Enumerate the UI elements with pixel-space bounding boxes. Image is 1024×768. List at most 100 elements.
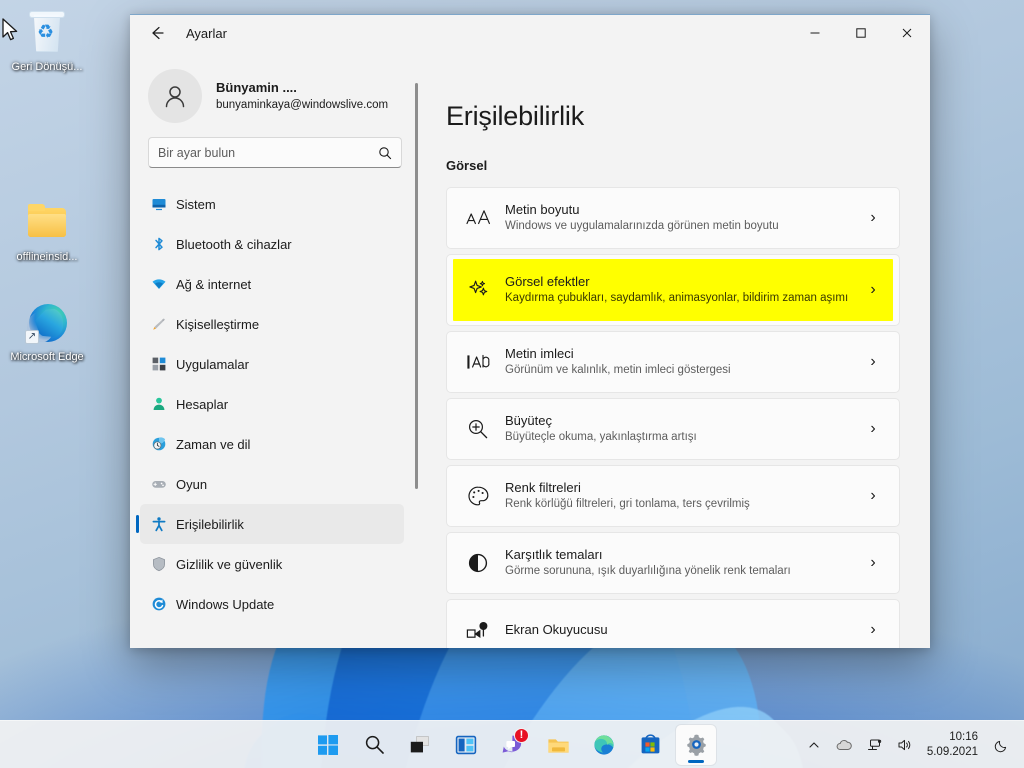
sidebar-nav: Sistem Bluetooth & cihazlar Ağ & internet K… bbox=[130, 176, 420, 648]
text-size-icon bbox=[461, 207, 495, 229]
profile-name: Bünyamin .... bbox=[216, 79, 297, 95]
system-tray: 10:16 5.09.2021 bbox=[801, 727, 1016, 763]
sparkles-icon bbox=[461, 278, 495, 302]
palette-icon bbox=[461, 484, 495, 508]
start-button[interactable] bbox=[308, 725, 348, 765]
chevron-right-icon: › bbox=[870, 487, 876, 504]
sidebar-item-label: Kişiselleştirme bbox=[176, 316, 260, 332]
card-title: Metin imleci bbox=[505, 345, 574, 361]
volume-button[interactable] bbox=[891, 727, 919, 763]
settings-card-b-y-te[interactable]: Büyüteç Büyüteçle okuma, yakınlaştırma ar… bbox=[446, 398, 900, 460]
brush-icon bbox=[153, 318, 165, 330]
maximize-button[interactable] bbox=[838, 15, 884, 51]
card-title: Ekran Okuyucusu bbox=[505, 621, 608, 637]
chevron-right-icon: › bbox=[870, 281, 876, 298]
bluetooth-icon bbox=[155, 237, 163, 251]
notification-badge: ! bbox=[514, 727, 529, 743]
contrast-icon bbox=[461, 551, 495, 575]
card-title: Büyüteç bbox=[505, 412, 552, 428]
minimize-button[interactable] bbox=[792, 15, 838, 51]
close-button[interactable] bbox=[884, 15, 930, 51]
cloud-icon bbox=[836, 739, 852, 750]
update-icon bbox=[150, 595, 168, 613]
settings-button[interactable] bbox=[676, 724, 716, 765]
chat-button[interactable]: ! bbox=[492, 725, 532, 765]
brush-icon bbox=[150, 315, 168, 333]
settings-card-renk-filtreleri[interactable]: Renk filtreleri Renk körlüğü filtreleri, … bbox=[446, 465, 900, 527]
settings-content: Erişilebilirlik Görsel Metin boyutu Windo… bbox=[420, 51, 930, 648]
wifi-icon bbox=[152, 279, 166, 289]
file-explorer-button[interactable] bbox=[538, 725, 578, 765]
sidebar-item-a-internet[interactable]: Ağ & internet bbox=[140, 264, 404, 304]
desktop-icon-label: offlineinsid... bbox=[16, 251, 78, 263]
chevron-right-icon: › bbox=[870, 420, 876, 437]
apps-icon bbox=[150, 355, 168, 373]
edge-button[interactable] bbox=[584, 725, 624, 765]
settings-card-list: Metin boyutu Windows ve uygulamalarınızda… bbox=[446, 187, 900, 648]
palette-icon bbox=[468, 486, 489, 506]
sidebar-item-uygulamalar[interactable]: Uygulamalar bbox=[140, 344, 404, 384]
task-view-button[interactable] bbox=[400, 725, 440, 765]
card-title: Karşıtlık temaları bbox=[505, 546, 603, 562]
sidebar-item-ki-iselle-tirme[interactable]: Kişiselleştirme bbox=[140, 304, 404, 344]
back-button[interactable] bbox=[140, 18, 174, 48]
sidebar-item-bluetooth-cihazlar[interactable]: Bluetooth & cihazlar bbox=[140, 224, 404, 264]
avatar bbox=[148, 69, 202, 123]
clock-time: 10:16 bbox=[949, 730, 978, 743]
account-icon bbox=[153, 397, 165, 410]
sidebar-item-label: Windows Update bbox=[176, 596, 275, 612]
store-button[interactable] bbox=[630, 725, 670, 765]
accessibility-icon bbox=[152, 517, 166, 532]
update-icon bbox=[152, 597, 166, 611]
widgets-button[interactable] bbox=[446, 725, 486, 765]
settings-card-kar-tl-k-temalar[interactable]: Karşıtlık temaları Görme sorununa, ışık d… bbox=[446, 532, 900, 594]
network-icon bbox=[867, 739, 882, 750]
sidebar-item-gizlilik-ve-g-venlik[interactable]: Gizlilik ve güvenlik bbox=[140, 544, 404, 584]
onedrive-button[interactable] bbox=[829, 727, 859, 763]
text-cursor-icon bbox=[467, 354, 490, 369]
section-label: Görsel bbox=[446, 158, 488, 173]
sidebar-item-sistem[interactable]: Sistem bbox=[140, 184, 404, 224]
sidebar-item-zaman-ve-dil[interactable]: Zaman ve dil bbox=[140, 424, 404, 464]
search-box[interactable] bbox=[148, 137, 402, 168]
account-icon bbox=[150, 395, 168, 413]
settings-card-metin-boyutu[interactable]: Metin boyutu Windows ve uygulamalarınızda… bbox=[446, 187, 900, 249]
sidebar-item-hesaplar[interactable]: Hesaplar bbox=[140, 384, 404, 424]
settings-card-metin-imleci[interactable]: Metin imleci Görünüm ve kalınlık, metin i… bbox=[446, 331, 900, 393]
clock-globe-icon bbox=[152, 437, 166, 451]
store-icon bbox=[641, 734, 659, 754]
folder-icon bbox=[24, 200, 70, 246]
tray-expand-button[interactable] bbox=[801, 727, 827, 763]
edge-icon bbox=[594, 734, 614, 755]
sidebar-scrollbar[interactable] bbox=[415, 83, 418, 489]
card-title: Renk filtreleri bbox=[505, 479, 581, 495]
clock[interactable]: 10:16 5.09.2021 bbox=[921, 727, 986, 763]
sidebar-item-eri-ilebilirlik[interactable]: Erişilebilirlik bbox=[136, 504, 404, 544]
shortcut-arrow-icon: ↗ bbox=[25, 330, 39, 344]
network-button[interactable] bbox=[861, 727, 889, 763]
search-icon bbox=[379, 146, 392, 159]
search-button[interactable] bbox=[354, 725, 394, 765]
card-subtitle: Kaydırma çubukları, saydamlık, animasyon… bbox=[505, 292, 849, 305]
sidebar-item-label: Uygulamalar bbox=[176, 356, 249, 372]
wifi-icon bbox=[150, 275, 168, 293]
user-profile[interactable]: Bünyamin .... bunyaminkaya@windowslive.c… bbox=[130, 51, 420, 127]
sidebar-item-label: Bluetooth & cihazlar bbox=[176, 236, 292, 252]
desktop-icon-label: Geri Dönüşü... bbox=[11, 61, 83, 73]
search-input[interactable] bbox=[158, 145, 378, 160]
narrator-icon bbox=[466, 622, 488, 638]
settings-window: Ayarlar Bünyamin .... bunyaminkaya@windo… bbox=[130, 14, 930, 648]
search-icon bbox=[365, 735, 384, 754]
sidebar-item-label: Gizlilik ve güvenlik bbox=[176, 556, 283, 572]
desktop-icon-edge[interactable]: ↗ Microsoft Edge bbox=[5, 300, 89, 364]
close-icon bbox=[902, 28, 912, 38]
recycle-bin-icon: ♻ bbox=[24, 10, 70, 56]
sidebar-item-label: Erişilebilirlik bbox=[176, 516, 244, 532]
settings-card-ekran-okuyucusu[interactable]: Ekran Okuyucusu › bbox=[446, 599, 900, 648]
desktop-icon-folder[interactable]: offlineinsid... bbox=[5, 200, 89, 264]
settings-card-g-rsel-efektler[interactable]: Görsel efektler Kaydırma çubukları, sayda… bbox=[446, 254, 900, 326]
notification-button[interactable] bbox=[988, 727, 1016, 763]
sidebar-item-oyun[interactable]: Oyun bbox=[140, 464, 404, 504]
sidebar-item-label: Ağ & internet bbox=[176, 276, 252, 292]
sidebar-item-windows-update[interactable]: Windows Update bbox=[140, 584, 404, 624]
